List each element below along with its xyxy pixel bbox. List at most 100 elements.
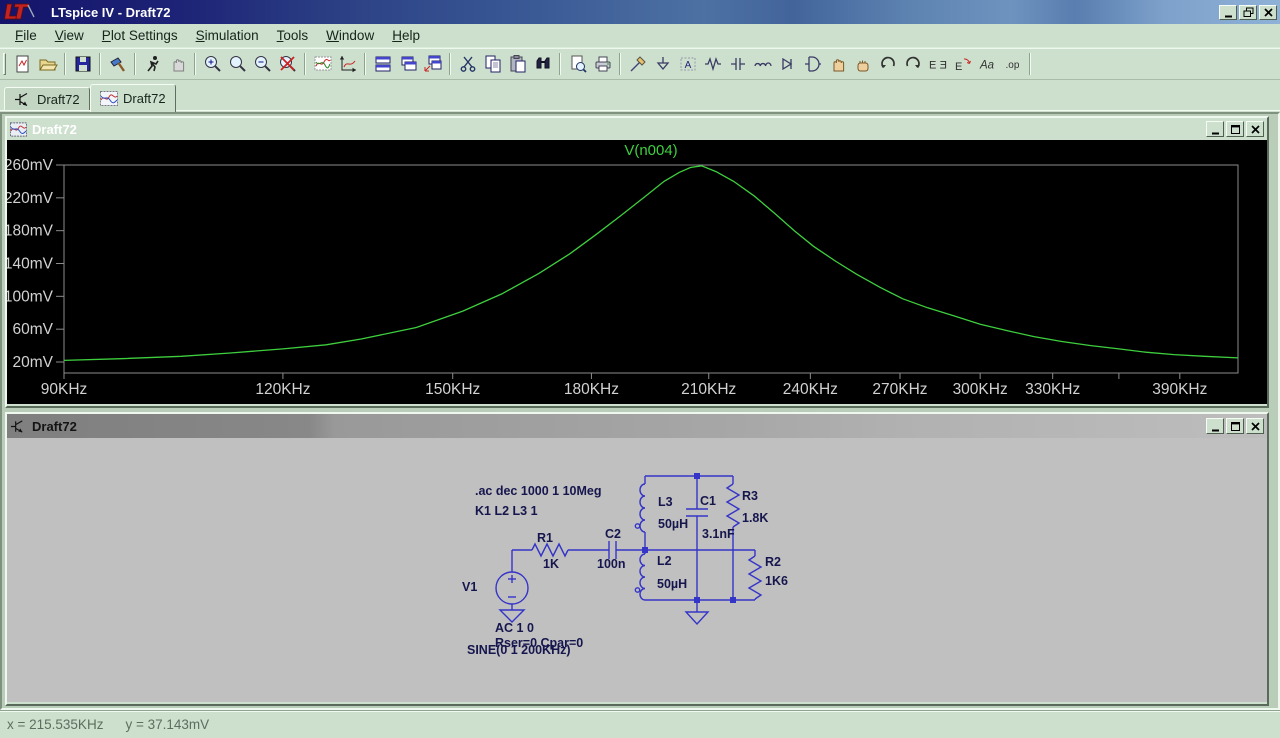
- component-value-R1[interactable]: 1K: [543, 557, 559, 571]
- find-button[interactable]: [530, 52, 555, 77]
- waveform-maximize-button[interactable]: [1226, 121, 1244, 137]
- status-bar: x = 215.535KHz y = 37.143mV: [0, 710, 1280, 738]
- x-tick-label: 120KHz: [255, 381, 310, 398]
- menu-help[interactable]: Help: [383, 25, 429, 46]
- component-label-C1[interactable]: C1: [700, 494, 716, 508]
- component-value-R2[interactable]: 1K6: [765, 574, 788, 588]
- place-label-button[interactable]: A: [675, 52, 700, 77]
- waveform-pane[interactable]: 20mV60mV100mV140mV180mV220mV260mV90KHz12…: [7, 140, 1267, 404]
- open-button[interactable]: [35, 52, 60, 77]
- menu-simulation[interactable]: Simulation: [187, 25, 268, 46]
- component-label-R3[interactable]: R3: [742, 489, 758, 503]
- place-text-icon: Aa: [978, 54, 998, 74]
- symbol-L2[interactable]: [635, 554, 645, 600]
- new-schematic-button[interactable]: [10, 52, 35, 77]
- schematic-canvas[interactable]: .ac dec 1000 1 10MegK1 L2 L3 1V1AC 1 0Rs…: [7, 438, 1267, 702]
- drag-button[interactable]: [850, 52, 875, 77]
- halt-icon: [168, 54, 188, 74]
- print-button[interactable]: [590, 52, 615, 77]
- component-value-C2[interactable]: 100n: [597, 557, 626, 571]
- place-inductor-button[interactable]: [750, 52, 775, 77]
- restore-button[interactable]: [1239, 5, 1257, 20]
- control-panel-button[interactable]: [105, 52, 130, 77]
- redo-button[interactable]: [900, 52, 925, 77]
- place-capacitor-button[interactable]: [725, 52, 750, 77]
- component-label-R1[interactable]: R1: [537, 531, 553, 545]
- main-title-bar[interactable]: LTspice IV - Draft72: [0, 0, 1280, 24]
- zoom-full-extents-button[interactable]: [275, 52, 300, 77]
- component-label-L3[interactable]: L3: [658, 495, 673, 509]
- place-component-button[interactable]: [800, 52, 825, 77]
- menu-plot-settings[interactable]: Plot Settings: [93, 25, 187, 46]
- ground-symbol[interactable]: [686, 600, 708, 624]
- component-value-R3[interactable]: 1.8K: [742, 511, 768, 525]
- waveform-close-button[interactable]: [1246, 121, 1264, 137]
- tile-horizontal-icon: [373, 54, 393, 74]
- component-value3-V1[interactable]: SINE(0 1 200KHz): [467, 643, 571, 657]
- run-button[interactable]: [140, 52, 165, 77]
- trace-label-vn004[interactable]: V(n004): [624, 142, 677, 159]
- component-value-V1[interactable]: AC 1 0: [495, 621, 534, 635]
- paste-button[interactable]: [505, 52, 530, 77]
- schematic-pane[interactable]: .ac dec 1000 1 10MegK1 L2 L3 1V1AC 1 0Rs…: [7, 438, 1267, 702]
- copy-button[interactable]: [480, 52, 505, 77]
- schematic-close-button[interactable]: [1246, 418, 1264, 434]
- toolbar-separator: [559, 53, 561, 75]
- waveform-minimize-button[interactable]: [1206, 121, 1224, 137]
- component-label-R2[interactable]: R2: [765, 555, 781, 569]
- waveform-plot[interactable]: 20mV60mV100mV140mV180mV220mV260mV90KHz12…: [7, 140, 1267, 404]
- place-diode-button[interactable]: [775, 52, 800, 77]
- halt-button[interactable]: [165, 52, 190, 77]
- spice-directive-k1[interactable]: K1 L2 L3 1: [475, 504, 538, 518]
- symbol-R3[interactable]: [727, 484, 739, 527]
- schematic-maximize-button[interactable]: [1226, 418, 1244, 434]
- toolbar-separator: [194, 53, 196, 75]
- close-button[interactable]: [1259, 5, 1277, 20]
- schematic-minimize-button[interactable]: [1206, 418, 1224, 434]
- print-icon: [593, 54, 613, 74]
- symbol-R1[interactable]: [532, 544, 568, 556]
- symbol-R2[interactable]: [749, 556, 761, 599]
- place-text-button[interactable]: Aa: [975, 52, 1000, 77]
- toolbar-gripper[interactable]: [3, 53, 6, 75]
- menu-view[interactable]: View: [46, 25, 93, 46]
- component-label-L2[interactable]: L2: [657, 554, 672, 568]
- tile-vertical-button[interactable]: [420, 52, 445, 77]
- schematic-window-title-bar[interactable]: Draft72: [7, 414, 1267, 438]
- zoom-in-button[interactable]: [200, 52, 225, 77]
- component-value-L2[interactable]: 50µH: [657, 577, 687, 591]
- minimize-button[interactable]: [1219, 5, 1237, 20]
- tile-horizontal-button[interactable]: [370, 52, 395, 77]
- component-label-V1[interactable]: V1: [462, 580, 477, 594]
- symbol-C1[interactable]: [686, 509, 708, 516]
- menu-file[interactable]: File: [6, 25, 46, 46]
- component-value-C1[interactable]: 3.1nF: [702, 527, 735, 541]
- place-resistor-button[interactable]: [700, 52, 725, 77]
- autorange-button[interactable]: [335, 52, 360, 77]
- symbol-V1[interactable]: [496, 550, 528, 622]
- spice-directive-ac[interactable]: .ac dec 1000 1 10Meg: [475, 484, 601, 498]
- rotate-button[interactable]: E: [950, 52, 975, 77]
- menu-window[interactable]: Window: [317, 25, 383, 46]
- waveform-window-title-bar[interactable]: Draft72: [7, 118, 1267, 140]
- symbol-L3[interactable]: [635, 484, 645, 532]
- cut-button[interactable]: [455, 52, 480, 77]
- component-value-L3[interactable]: 50µH: [658, 517, 688, 531]
- trace-vn004[interactable]: [64, 166, 1238, 361]
- tab-0-draft72[interactable]: Draft72: [4, 87, 90, 110]
- component-label-C2[interactable]: C2: [605, 527, 621, 541]
- move-button[interactable]: [825, 52, 850, 77]
- plot-settings-button[interactable]: [310, 52, 335, 77]
- print-preview-button[interactable]: [565, 52, 590, 77]
- draw-wire-button[interactable]: [625, 52, 650, 77]
- zoom-out-button[interactable]: [250, 52, 275, 77]
- spice-directive-button[interactable]: .op: [1000, 52, 1025, 77]
- mirror-button[interactable]: EE: [925, 52, 950, 77]
- undo-button[interactable]: [875, 52, 900, 77]
- tab-1-draft72[interactable]: Draft72: [90, 84, 176, 112]
- place-ground-button[interactable]: [650, 52, 675, 77]
- zoom-area-button[interactable]: [225, 52, 250, 77]
- save-button[interactable]: [70, 52, 95, 77]
- menu-tools[interactable]: Tools: [268, 25, 318, 46]
- cascade-button[interactable]: [395, 52, 420, 77]
